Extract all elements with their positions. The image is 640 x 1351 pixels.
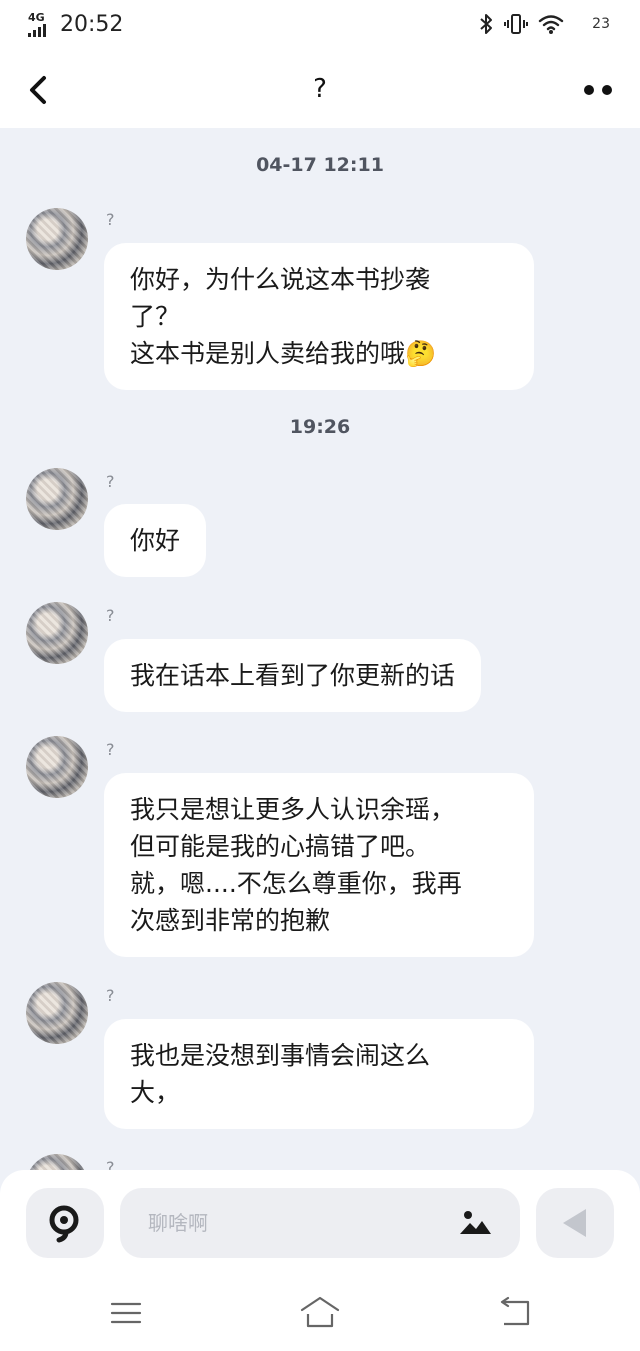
back-icon[interactable]	[494, 1294, 538, 1332]
sender-name: ?	[106, 472, 115, 491]
timestamp: 19:26	[289, 416, 351, 438]
sender-name: ?	[106, 606, 115, 625]
system-nav-bar	[0, 1276, 640, 1351]
message-list[interactable]: 04-17 12:11 ? 你好，为什么说这本书抄袭 了？ 这本书是别人卖给我的…	[0, 128, 640, 1170]
wifi-icon	[538, 15, 564, 34]
avatar[interactable]	[26, 736, 88, 798]
message-bubble[interactable]: 你好，为什么说这本书抄袭 了？ 这本书是别人卖给我的哦🤔	[104, 243, 534, 390]
send-button[interactable]	[536, 1188, 614, 1258]
message-bubble[interactable]: 我也是没想到事情会闹这么 大，	[104, 1019, 534, 1129]
sender-name: ?	[106, 210, 115, 229]
voice-icon	[49, 1205, 79, 1243]
composer	[0, 1170, 640, 1276]
status-time: 20:52	[60, 12, 124, 37]
network-type: 4G	[28, 11, 45, 24]
home-icon[interactable]	[298, 1294, 342, 1332]
message-bubble[interactable]: 我在话本上看到了你更新的话	[104, 639, 482, 712]
avatar[interactable]	[26, 982, 88, 1044]
avatar[interactable]	[26, 468, 88, 530]
sender-name: ?	[106, 740, 115, 759]
bluetooth-icon	[480, 14, 493, 34]
menu-icon[interactable]	[104, 1294, 148, 1332]
avatar[interactable]	[26, 1154, 88, 1170]
sender-name: ?	[106, 1158, 115, 1170]
more-dots-icon[interactable]	[584, 80, 616, 100]
send-icon	[563, 1209, 586, 1237]
avatar[interactable]	[26, 208, 88, 270]
chat-title: ?	[313, 74, 327, 104]
voice-button[interactable]	[26, 1188, 104, 1258]
sender-name: ?	[106, 986, 115, 1005]
chat-header: ?	[0, 52, 640, 128]
vibrate-icon	[504, 14, 529, 34]
timestamp: 04-17 12:11	[256, 154, 384, 176]
avatar[interactable]	[26, 602, 88, 664]
image-icon[interactable]	[456, 1204, 494, 1242]
status-bar: 4G 20:52 23	[0, 0, 640, 52]
signal-icon	[28, 24, 46, 37]
message-bubble[interactable]: 我只是想让更多人认识余瑶， 但可能是我的心搞错了吧。 就，嗯....不怎么尊重你…	[104, 773, 534, 957]
message-bubble[interactable]: 你好	[104, 504, 207, 577]
battery-level: 23	[592, 16, 610, 32]
